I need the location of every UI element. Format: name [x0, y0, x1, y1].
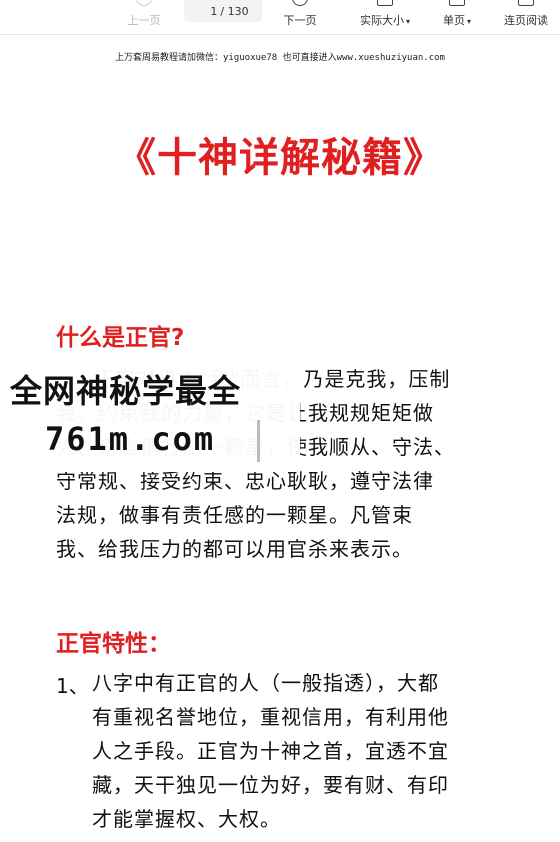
continuous-read-icon: [518, 0, 534, 6]
list-item-line: 有重视名誉地位，重视信用，有利用他: [92, 705, 449, 729]
section-heading: 什么是正官?: [56, 325, 185, 351]
single-page-label: 单页: [442, 14, 465, 27]
continuous-read-label: 连页阅读: [504, 14, 548, 27]
arrow-down-icon: [292, 0, 308, 6]
list-item-line: 才能掌握权、大权。: [92, 807, 281, 831]
next-page-button[interactable]: 下一页: [276, 0, 324, 34]
watermark-url: 761m.com: [45, 420, 216, 458]
reader-toolbar: 上一页 / 130 下一页 实际大小▾ 单页▾ 连页阅读: [0, 0, 560, 35]
next-page-label: 下一页: [283, 14, 317, 27]
single-page-icon: [449, 0, 465, 6]
fit-size-icon: [377, 0, 393, 6]
chevron-down-icon: ▾: [405, 17, 410, 26]
page-indicator: / 130: [184, 0, 262, 22]
actual-size-label: 实际大小: [359, 14, 404, 27]
page-number-input[interactable]: [197, 4, 218, 18]
list-item-line: 八字中有正官的人（一般指透），大都: [92, 671, 439, 695]
page-total: / 130: [220, 4, 249, 18]
list-item: 八字中有正官的人（一般指透），大都 有重视名誉地位，重视信用，有利用他 人之手段…: [92, 666, 512, 836]
section-heading: 正官特性：: [56, 631, 171, 657]
actual-size-dropdown[interactable]: 实际大小 ▾: [352, 0, 418, 34]
single-page-dropdown[interactable]: 单页 ▾: [434, 0, 480, 34]
paragraph-line: 法规，做事有责任感的一颗星。凡管束: [56, 503, 413, 527]
watermark-divider: [257, 420, 260, 462]
paragraph-line: 我、给我压力的都可以用官杀来表示。: [56, 537, 413, 561]
chevron-down-icon: ▾: [466, 17, 471, 26]
list-item-number: 1、: [56, 674, 89, 698]
arrow-up-icon: [136, 0, 152, 6]
watermark-text: 全网神秘学最全: [10, 372, 242, 410]
prev-page-button[interactable]: 上一页: [120, 0, 168, 34]
header-notice: 上万套周易教程请加微信：yiguoxue78 也可直接进入www.xueshuz…: [115, 53, 445, 63]
continuous-read-button[interactable]: 连页阅读: [498, 0, 554, 34]
list-item-line: 藏，天干独见一位为好，要有财、有印: [92, 773, 449, 797]
document-title: 《十神详解秘籍》: [116, 135, 444, 181]
list-item-line: 人之手段。正官为十神之首，宜透不宜: [92, 739, 449, 763]
prev-page-label: 上一页: [127, 14, 161, 27]
